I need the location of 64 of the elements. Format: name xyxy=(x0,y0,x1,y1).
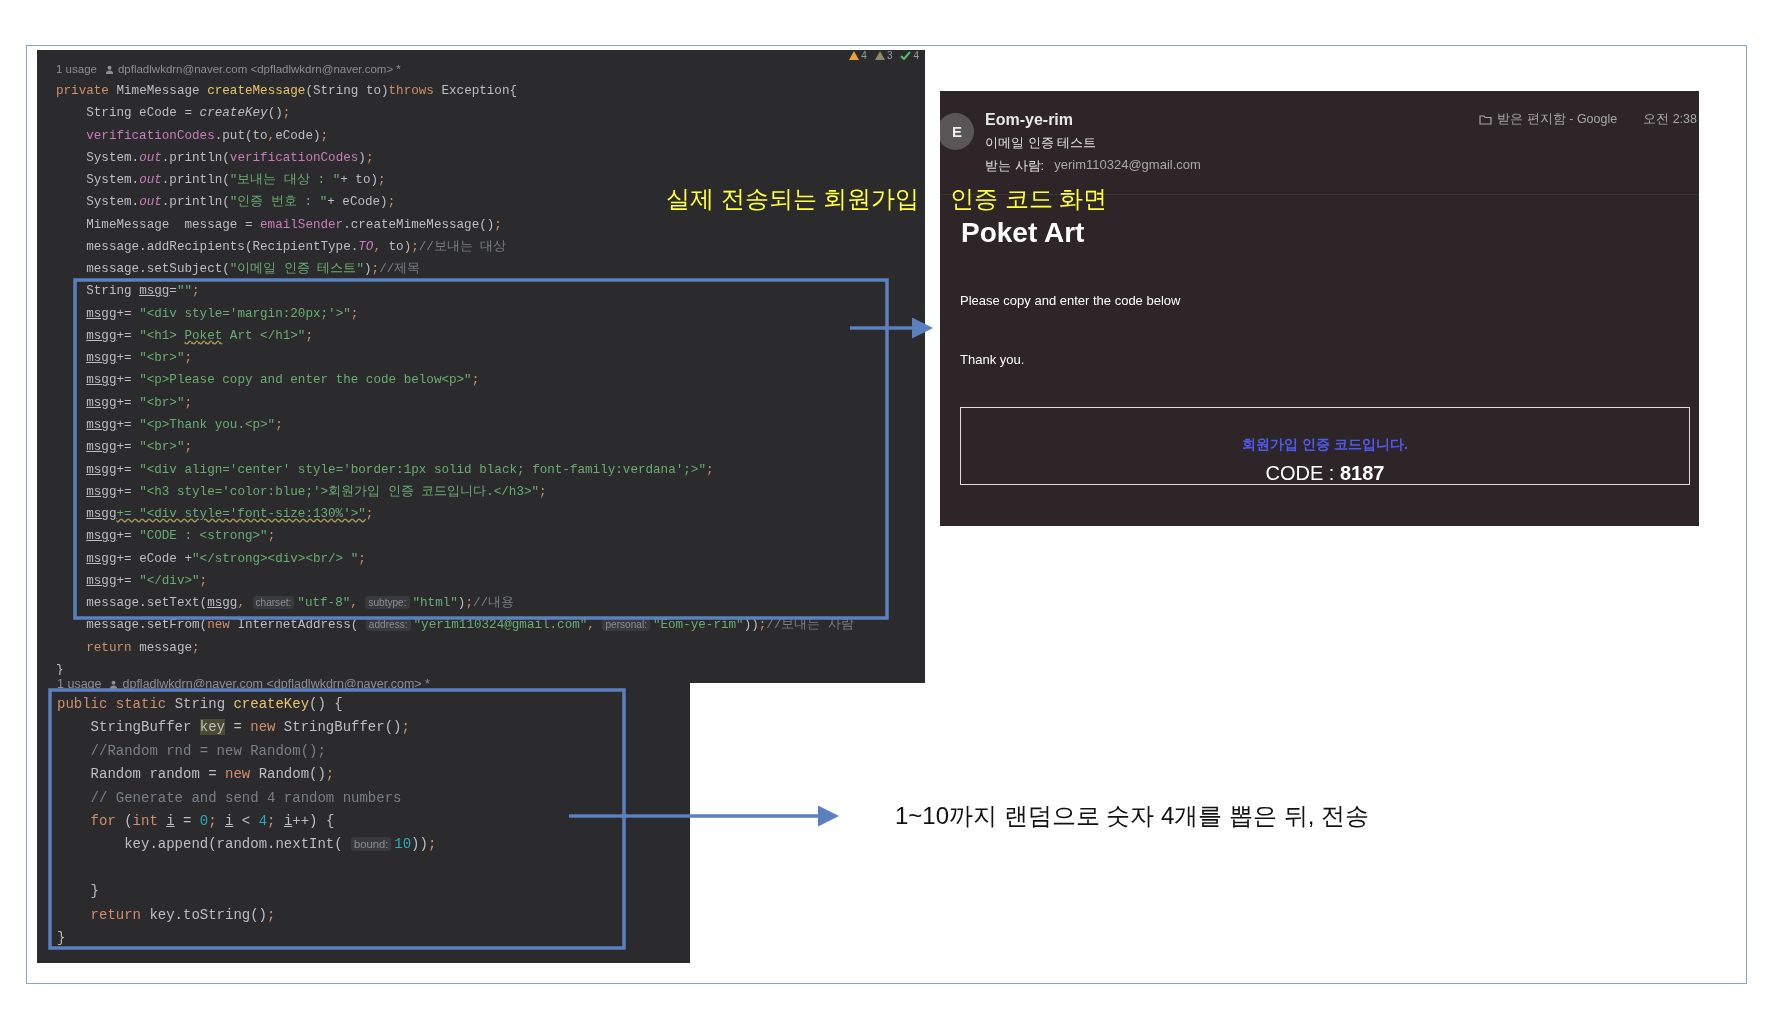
code-line: return message; xyxy=(86,639,200,657)
code-line: private MimeMessage createMessage(String to)throws Exception{ xyxy=(56,83,518,100)
code-line: message.addRecipients(RecipientType.TO, to);//보내는 대상 xyxy=(86,238,507,256)
recipient-label: 받는 사람: xyxy=(985,157,1045,175)
author-text: dpfladlwkdrn@naver.com <dpfladlwkdrn@naver.com> * xyxy=(122,677,430,691)
code-line: //Random rnd = new Random(); xyxy=(90,741,326,761)
recipient-address: yerim110324@gmail.com xyxy=(1054,157,1201,174)
avatar: E xyxy=(940,113,974,150)
code-line: public static String createKey() { xyxy=(57,695,343,714)
code-line: MimeMessage message = emailSender.createMimeMessage(); xyxy=(86,216,502,234)
email-heading: Poket Art xyxy=(961,217,1086,249)
folder-icon xyxy=(1479,114,1493,125)
code-line: // Generate and send 4 random numbers xyxy=(90,788,402,808)
warning-icon[interactable] xyxy=(849,51,860,60)
code-line: } xyxy=(57,928,66,948)
caption: 실제 전송되는 회원가입 xyxy=(666,184,920,214)
inspection-count: 3 xyxy=(886,50,893,61)
verification-code: CODE : 8187 xyxy=(1265,462,1385,484)
code-line: message.setFrom(new InternetAddress( address: "yerim110324@gmail.com", personal: "Eom-ye-rim"));//보내는 사람 xyxy=(86,617,854,635)
code-line: StringBuffer key = new StringBuffer(); xyxy=(90,718,410,738)
inspection-count: 4 xyxy=(861,50,867,61)
code-line: for (int i = 0; i < 4; i++) { xyxy=(90,811,335,831)
code-line: msgg+= "<br>"; xyxy=(86,439,193,457)
code-line: msgg+= eCode +"</strong><div><br/> "; xyxy=(86,550,366,568)
inspection-count: 4 xyxy=(913,50,919,61)
code-line: msgg+= "<p>Thank you.<p>"; xyxy=(86,417,283,434)
email-time: 오전 2:38 xyxy=(1643,111,1697,128)
code-line: msgg+= "</div>"; xyxy=(86,572,208,590)
code-line: String msgg=""; xyxy=(86,283,200,301)
author-text: dpfladlwkdrn@naver.com <dpfladlwkdrn@naver.com> * xyxy=(117,63,401,75)
code-line: Random random = new Random(); xyxy=(90,765,335,785)
code-line: System.out.println("인증 번호 : "+ eCode); xyxy=(86,194,396,212)
code-line: msgg+= "<div style='margin:20px;'>"; xyxy=(86,305,359,323)
sender-name: Eom-ye-rim xyxy=(985,111,1075,129)
code-line: msgg+= "<div align='center' style='border:1px solid black; font-family:verdana';>"; xyxy=(86,461,714,479)
code-line: message.setText(msgg, charset: "utf-8", subtype: "html");//내용 xyxy=(86,595,515,613)
check-icon[interactable] xyxy=(900,51,912,60)
code-line: msgg+= "<h1> Poket Art </h1>"; xyxy=(86,327,313,345)
code-line: System.out.println(verificationCodes); xyxy=(86,149,374,167)
code-line: msgg+= "<p>Please copy and enter the code below<p>"; xyxy=(86,372,480,390)
code-line: msgg+= "<br>"; xyxy=(86,394,193,412)
code-line: return key.toString(); xyxy=(90,905,276,925)
folder-label: 받은 편지함 - Google xyxy=(1497,111,1618,128)
email-paragraph: Thank you. xyxy=(960,352,1026,367)
code-line: } xyxy=(90,882,99,902)
email-paragraph: Please copy and enter the code below xyxy=(960,293,1182,308)
note-text: 1~10까지 랜덤으로 숫자 4개를 뽑은 뒤, 전송 xyxy=(895,801,1370,831)
code-line: msgg+= "<div style='font-size:130%'>"; xyxy=(86,506,374,524)
warning-icon[interactable] xyxy=(874,51,885,60)
caption: 인증 코드 화면 xyxy=(950,184,1108,214)
person-icon xyxy=(109,679,119,689)
code-line: verificationCodes.put(to,eCode); xyxy=(86,127,329,145)
person-icon xyxy=(104,64,114,74)
code-line: String eCode = createKey(); xyxy=(86,105,291,123)
code-box-title: 회원가입 인증 코드입니다. xyxy=(1242,436,1408,454)
code-line: msgg+= "<h3 style='color:blue;'>회원가입 인증 코드입니다.</h3>"; xyxy=(86,483,547,501)
usage-count[interactable]: 1 usage xyxy=(56,63,97,75)
usage-count[interactable]: 1 usage xyxy=(57,677,102,691)
code-line: message.setSubject("이메일 인증 테스트");//제목 xyxy=(86,261,421,279)
code-line: System.out.println("보내는 대상 : "+ to); xyxy=(86,172,386,190)
email-subject: 이메일 인증 테스트 xyxy=(985,134,1098,152)
code-line: msgg+= "CODE : <strong>"; xyxy=(86,528,276,546)
code-line: msgg+= "<br>"; xyxy=(86,350,193,368)
code-line: key.append(random.nextInt( bound: 10)); xyxy=(124,835,437,855)
